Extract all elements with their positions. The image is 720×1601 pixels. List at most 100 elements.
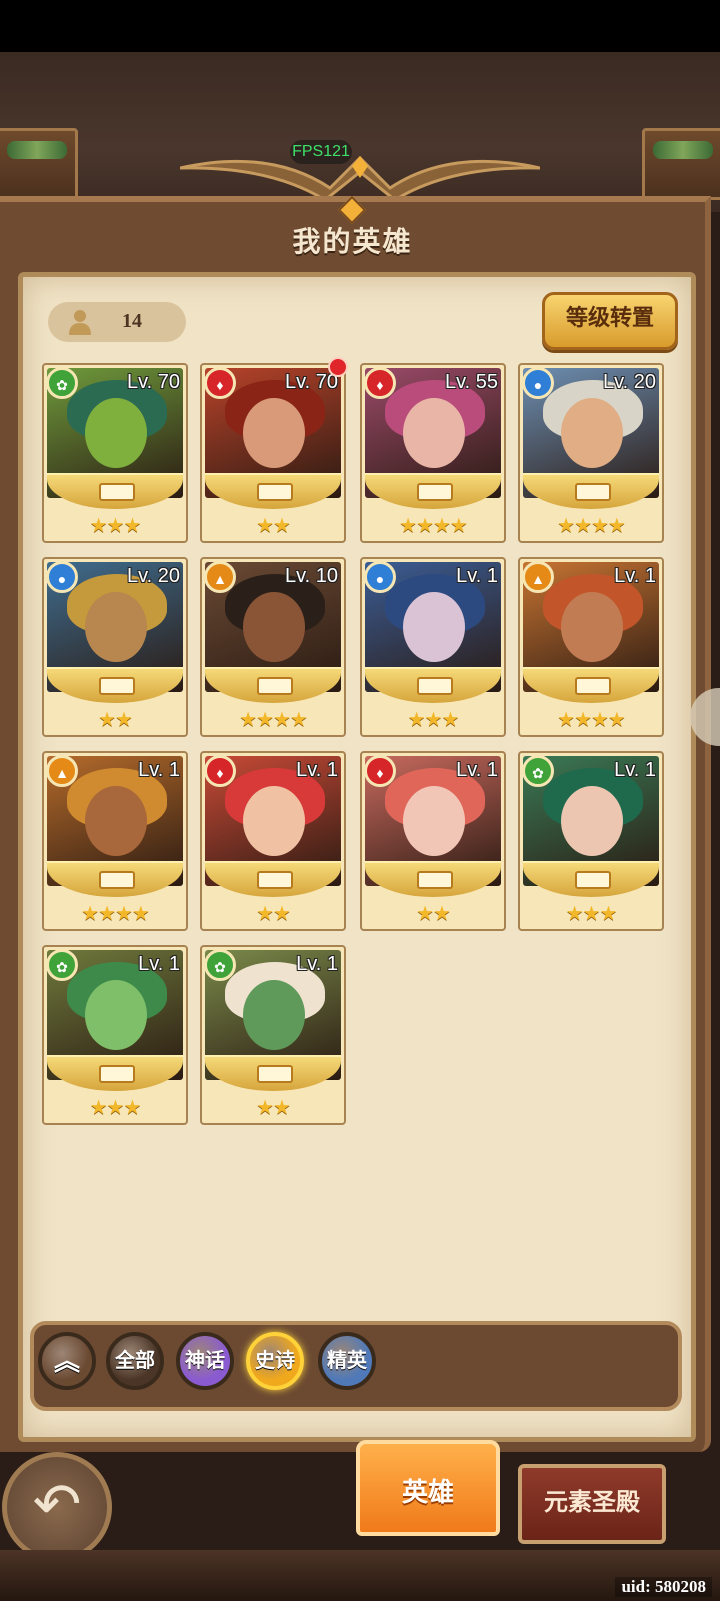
filter-elite-button[interactable]: 精英 <box>318 1332 376 1390</box>
hero-level: Lv. 1 <box>296 953 338 975</box>
nature-element-icon: ✿ <box>204 949 236 981</box>
hero-card[interactable]: ● Lv. 20 ★★★★ <box>518 363 664 543</box>
hero-star-rating: ★★★★ <box>239 709 308 731</box>
hero-level: Lv. 70 <box>285 371 338 393</box>
hero-star-rating: ★★★★ <box>557 709 626 731</box>
filter-mythic-button[interactable]: 神话 <box>176 1332 234 1390</box>
back-button[interactable]: ↶ <box>2 1452 112 1562</box>
card-gold-frame <box>47 667 183 703</box>
hero-face <box>403 398 465 468</box>
filter-all-button[interactable]: 全部 <box>106 1332 164 1390</box>
fire-element-icon: ♦ <box>204 367 236 399</box>
tab-element-temple[interactable]: 元素圣殿 <box>518 1464 666 1544</box>
frame-emblem-icon <box>257 871 293 889</box>
fire-element-icon: ♦ <box>204 755 236 787</box>
filter-label: 全部 <box>115 1350 155 1372</box>
card-gold-frame <box>523 667 659 703</box>
frame-emblem-icon <box>575 483 611 501</box>
person-icon <box>69 310 91 335</box>
hero-star-rating: ★★★★ <box>81 903 150 925</box>
filter-label: 史诗 <box>255 1350 295 1372</box>
earth-element-icon: ▲ <box>46 755 78 787</box>
frame-emblem-icon <box>575 677 611 695</box>
hero-card[interactable]: ▲ Lv. 1 ★★★★ <box>42 751 188 931</box>
hero-star-rating: ★★★ <box>565 903 618 925</box>
hero-card[interactable]: ▲ Lv. 1 ★★★★ <box>518 557 664 737</box>
hero-level: Lv. 1 <box>614 759 656 781</box>
bottom-bar <box>0 1550 720 1601</box>
collapse-filter-button[interactable]: ︽ <box>38 1332 96 1390</box>
notification-dot <box>328 357 348 377</box>
right-pillar-decoration <box>642 128 720 200</box>
hero-star-rating: ★★ <box>256 903 291 925</box>
hero-face <box>403 592 465 662</box>
card-gold-frame <box>523 473 659 509</box>
hero-star-rating: ★★★ <box>89 515 142 537</box>
hero-card[interactable]: ▲ Lv. 10 ★★★★ <box>200 557 346 737</box>
hero-card[interactable]: ✿ Lv. 70 ★★★ <box>42 363 188 543</box>
frame-emblem-icon <box>99 1065 135 1083</box>
hero-level: Lv. 1 <box>138 759 180 781</box>
card-gold-frame <box>205 667 341 703</box>
hero-level: Lv. 70 <box>127 371 180 393</box>
frame-emblem-icon <box>99 483 135 501</box>
double-chevron-up-icon: ︽ <box>53 1346 80 1376</box>
frame-emblem-icon <box>257 1065 293 1083</box>
hero-card[interactable]: ♦ Lv. 55 ★★★★ <box>360 363 506 543</box>
hero-card[interactable]: ✿ Lv. 1 ★★★ <box>42 945 188 1125</box>
hero-card[interactable]: ♦ Lv. 70 ★★ <box>200 357 348 543</box>
frame-emblem-icon <box>99 677 135 695</box>
card-gold-frame <box>205 861 341 897</box>
hero-star-rating: ★★ <box>256 515 291 537</box>
earth-element-icon: ▲ <box>204 561 236 593</box>
hero-star-rating: ★★★ <box>407 709 460 731</box>
card-gold-frame <box>365 473 501 509</box>
hero-count-value: 14 <box>122 310 142 332</box>
hero-face <box>243 786 305 856</box>
nature-element-icon: ✿ <box>46 949 78 981</box>
hero-star-rating: ★★★★ <box>557 515 626 537</box>
tab-heroes[interactable]: 英雄 <box>356 1440 500 1536</box>
filter-epic-button[interactable]: 史诗 <box>246 1332 304 1390</box>
card-gold-frame <box>47 861 183 897</box>
hero-level: Lv. 1 <box>614 565 656 587</box>
hero-face <box>85 980 147 1050</box>
hero-face <box>243 980 305 1050</box>
hero-star-rating: ★★ <box>256 1097 291 1119</box>
frame-emblem-icon <box>417 677 453 695</box>
fire-element-icon: ♦ <box>364 755 396 787</box>
hero-level: Lv. 10 <box>285 565 338 587</box>
hero-level: Lv. 55 <box>445 371 498 393</box>
hero-face <box>243 592 305 662</box>
card-gold-frame <box>47 473 183 509</box>
hero-face <box>561 398 623 468</box>
hero-face <box>243 398 305 468</box>
frame-emblem-icon <box>99 871 135 889</box>
hero-face <box>561 786 623 856</box>
frame-emblem-icon <box>257 677 293 695</box>
hero-card[interactable]: ✿ Lv. 1 ★★ <box>200 945 346 1125</box>
hero-card[interactable]: ♦ Lv. 1 ★★ <box>360 751 506 931</box>
hero-face <box>85 398 147 468</box>
hero-card[interactable]: ● Lv. 20 ★★ <box>42 557 188 737</box>
hero-card[interactable]: ● Lv. 1 ★★★ <box>360 557 506 737</box>
fire-element-icon: ♦ <box>364 367 396 399</box>
frame-emblem-icon <box>417 483 453 501</box>
hero-card[interactable]: ♦ Lv. 1 ★★ <box>200 751 346 931</box>
status-bar <box>0 0 720 52</box>
card-gold-frame <box>365 861 501 897</box>
level-transfer-button[interactable]: 等级转置 <box>542 292 678 350</box>
earth-element-icon: ▲ <box>522 561 554 593</box>
hero-star-rating: ★★★★ <box>399 515 468 537</box>
hero-card[interactable]: ✿ Lv. 1 ★★★ <box>518 751 664 931</box>
fps-counter: FPS121 <box>290 140 352 164</box>
left-pillar-decoration <box>0 128 78 200</box>
frame-emblem-icon <box>417 871 453 889</box>
filter-label: 神话 <box>185 1350 225 1372</box>
hero-face <box>403 786 465 856</box>
nature-element-icon: ✿ <box>522 755 554 787</box>
water-element-icon: ● <box>46 561 78 593</box>
hero-count-badge: 14 <box>48 302 186 342</box>
user-id-label: uid: 580208 <box>615 1577 712 1597</box>
hero-level: Lv. 1 <box>138 953 180 975</box>
